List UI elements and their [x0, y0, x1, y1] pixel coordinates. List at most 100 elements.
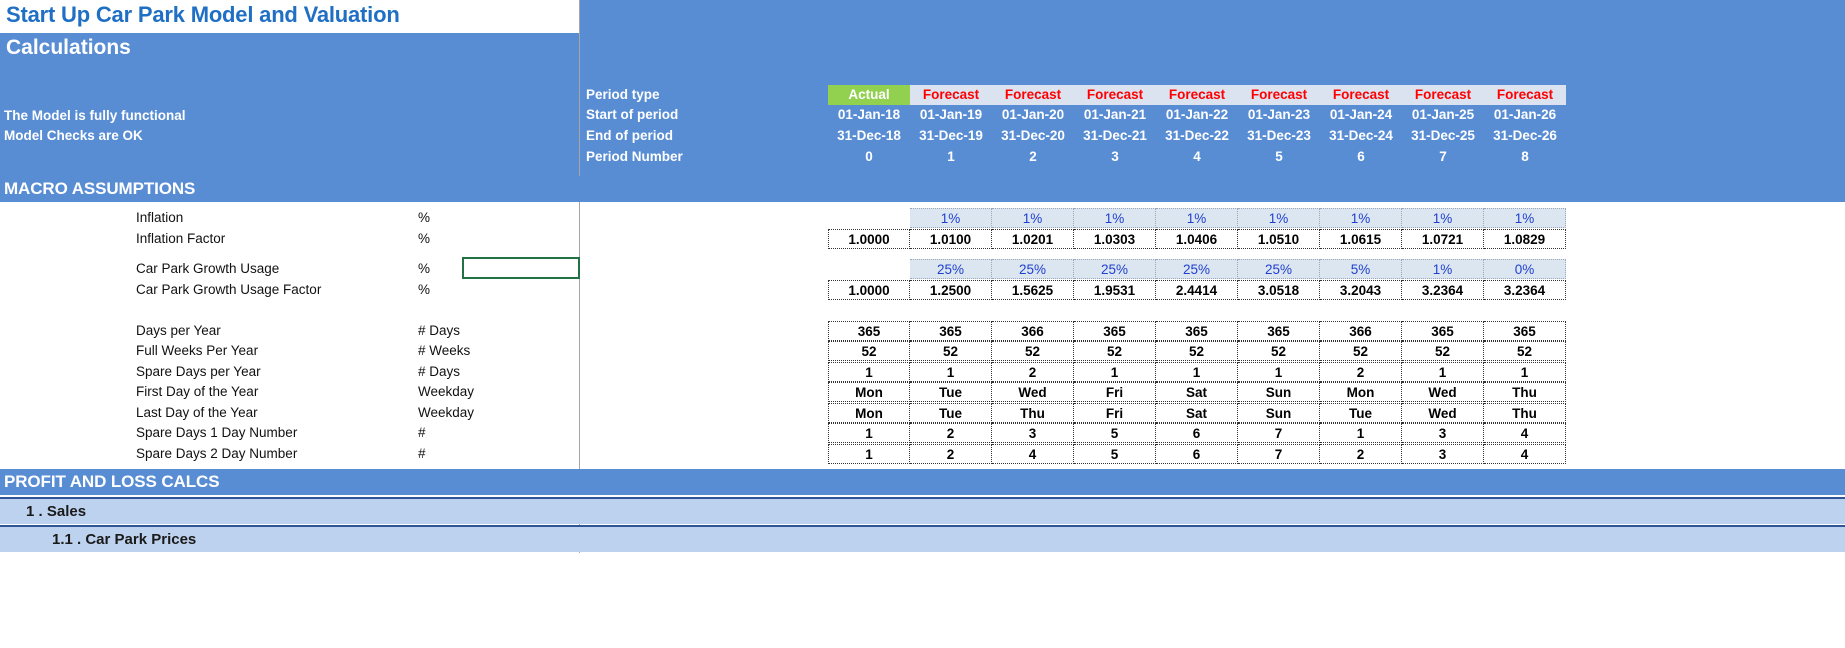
- header-cell[interactable]: 5: [1238, 147, 1320, 167]
- calculated-cell[interactable]: 365: [1402, 321, 1484, 341]
- calculated-cell[interactable]: 3: [992, 423, 1074, 443]
- calculated-cell[interactable]: 1: [1484, 362, 1566, 382]
- calculated-cell[interactable]: 3.2043: [1320, 280, 1402, 300]
- header-cell[interactable]: 01-Jan-19: [910, 105, 992, 125]
- calculated-cell[interactable]: 1.0000: [828, 229, 910, 249]
- calculated-cell[interactable]: 6: [1156, 423, 1238, 443]
- calculated-cell[interactable]: 365: [910, 321, 992, 341]
- calculated-cell[interactable]: 4: [1484, 444, 1566, 464]
- calculated-cell[interactable]: Wed: [1402, 403, 1484, 423]
- calculated-cell[interactable]: 1.0201: [992, 229, 1074, 249]
- header-cell[interactable]: 8: [1484, 147, 1566, 167]
- calculated-cell[interactable]: 2: [1320, 362, 1402, 382]
- input-cell[interactable]: 25%: [1156, 259, 1238, 279]
- header-cell[interactable]: 31-Dec-18: [828, 126, 910, 146]
- calculated-cell[interactable]: Mon: [828, 403, 910, 423]
- calculated-cell[interactable]: 1.2500: [910, 280, 992, 300]
- header-cell[interactable]: Forecast: [1238, 85, 1320, 105]
- input-cell[interactable]: 1%: [992, 208, 1074, 228]
- calculated-cell[interactable]: 366: [1320, 321, 1402, 341]
- header-cell[interactable]: 4: [1156, 147, 1238, 167]
- calculated-cell[interactable]: 4: [992, 444, 1074, 464]
- calculated-cell[interactable]: 1: [828, 423, 910, 443]
- calculated-cell[interactable]: 52: [992, 341, 1074, 361]
- empty-cell[interactable]: [828, 208, 910, 228]
- header-cell[interactable]: Forecast: [1320, 85, 1402, 105]
- calculated-cell[interactable]: 52: [1320, 341, 1402, 361]
- input-cell[interactable]: 1%: [1484, 208, 1566, 228]
- input-cell[interactable]: 0%: [1484, 259, 1566, 279]
- calculated-cell[interactable]: Wed: [992, 382, 1074, 402]
- calculated-cell[interactable]: 1.0303: [1074, 229, 1156, 249]
- calculated-cell[interactable]: 2: [910, 444, 992, 464]
- calculated-cell[interactable]: Tue: [910, 382, 992, 402]
- calculated-cell[interactable]: Thu: [1484, 403, 1566, 423]
- header-cell[interactable]: 01-Jan-25: [1402, 105, 1484, 125]
- calculated-cell[interactable]: 1: [1074, 362, 1156, 382]
- header-cell[interactable]: Forecast: [1074, 85, 1156, 105]
- calculated-cell[interactable]: Sun: [1238, 382, 1320, 402]
- calculated-cell[interactable]: Fri: [1074, 382, 1156, 402]
- input-cell[interactable]: 1%: [1402, 208, 1484, 228]
- header-cell[interactable]: Actual: [828, 85, 910, 105]
- calculated-cell[interactable]: 366: [992, 321, 1074, 341]
- calculated-cell[interactable]: 1: [1238, 362, 1320, 382]
- header-cell[interactable]: 1: [910, 147, 992, 167]
- header-cell[interactable]: Forecast: [1484, 85, 1566, 105]
- input-cell[interactable]: 25%: [1238, 259, 1320, 279]
- calculated-cell[interactable]: 1.0721: [1402, 229, 1484, 249]
- header-cell[interactable]: 31-Dec-24: [1320, 126, 1402, 146]
- header-cell[interactable]: 31-Dec-25: [1402, 126, 1484, 146]
- input-cell[interactable]: 25%: [910, 259, 992, 279]
- calculated-cell[interactable]: 1: [828, 362, 910, 382]
- calculated-cell[interactable]: 6: [1156, 444, 1238, 464]
- calculated-cell[interactable]: Fri: [1074, 403, 1156, 423]
- calculated-cell[interactable]: 1: [1402, 362, 1484, 382]
- header-cell[interactable]: 7: [1402, 147, 1484, 167]
- input-cell[interactable]: 25%: [1074, 259, 1156, 279]
- input-cell[interactable]: 1%: [1402, 259, 1484, 279]
- calculated-cell[interactable]: 1: [1156, 362, 1238, 382]
- calculated-cell[interactable]: 3.2364: [1402, 280, 1484, 300]
- calculated-cell[interactable]: 1.0510: [1238, 229, 1320, 249]
- input-cell[interactable]: 1%: [1156, 208, 1238, 228]
- input-cell[interactable]: 1%: [1074, 208, 1156, 228]
- calculated-cell[interactable]: 1: [910, 362, 992, 382]
- header-cell[interactable]: 01-Jan-21: [1074, 105, 1156, 125]
- header-cell[interactable]: 31-Dec-22: [1156, 126, 1238, 146]
- header-cell[interactable]: Forecast: [1156, 85, 1238, 105]
- calculated-cell[interactable]: 1: [1320, 423, 1402, 443]
- calculated-cell[interactable]: 52: [910, 341, 992, 361]
- header-cell[interactable]: 3: [1074, 147, 1156, 167]
- header-cell[interactable]: 01-Jan-26: [1484, 105, 1566, 125]
- calculated-cell[interactable]: Mon: [1320, 382, 1402, 402]
- calculated-cell[interactable]: Tue: [1320, 403, 1402, 423]
- calculated-cell[interactable]: 4: [1484, 423, 1566, 443]
- calculated-cell[interactable]: 52: [828, 341, 910, 361]
- header-cell[interactable]: 31-Dec-26: [1484, 126, 1566, 146]
- calculated-cell[interactable]: 1: [828, 444, 910, 464]
- calculated-cell[interactable]: 5: [1074, 423, 1156, 443]
- input-cell[interactable]: 1%: [1238, 208, 1320, 228]
- header-cell[interactable]: 01-Jan-24: [1320, 105, 1402, 125]
- calculated-cell[interactable]: 52: [1484, 341, 1566, 361]
- header-cell[interactable]: Forecast: [992, 85, 1074, 105]
- calculated-cell[interactable]: 52: [1074, 341, 1156, 361]
- header-cell[interactable]: 01-Jan-22: [1156, 105, 1238, 125]
- calculated-cell[interactable]: 7: [1238, 423, 1320, 443]
- calculated-cell[interactable]: 365: [1156, 321, 1238, 341]
- calculated-cell[interactable]: 3: [1402, 423, 1484, 443]
- calculated-cell[interactable]: Sun: [1238, 403, 1320, 423]
- calculated-cell[interactable]: 52: [1402, 341, 1484, 361]
- header-cell[interactable]: Forecast: [910, 85, 992, 105]
- active-cell-selection[interactable]: [462, 257, 580, 279]
- header-cell[interactable]: 01-Jan-23: [1238, 105, 1320, 125]
- calculated-cell[interactable]: 1.0406: [1156, 229, 1238, 249]
- calculated-cell[interactable]: 3.0518: [1238, 280, 1320, 300]
- calculated-cell[interactable]: 2.4414: [1156, 280, 1238, 300]
- header-cell[interactable]: 6: [1320, 147, 1402, 167]
- calculated-cell[interactable]: 1.0829: [1484, 229, 1566, 249]
- calculated-cell[interactable]: 2: [910, 423, 992, 443]
- calculated-cell[interactable]: 365: [1074, 321, 1156, 341]
- calculated-cell[interactable]: 365: [1484, 321, 1566, 341]
